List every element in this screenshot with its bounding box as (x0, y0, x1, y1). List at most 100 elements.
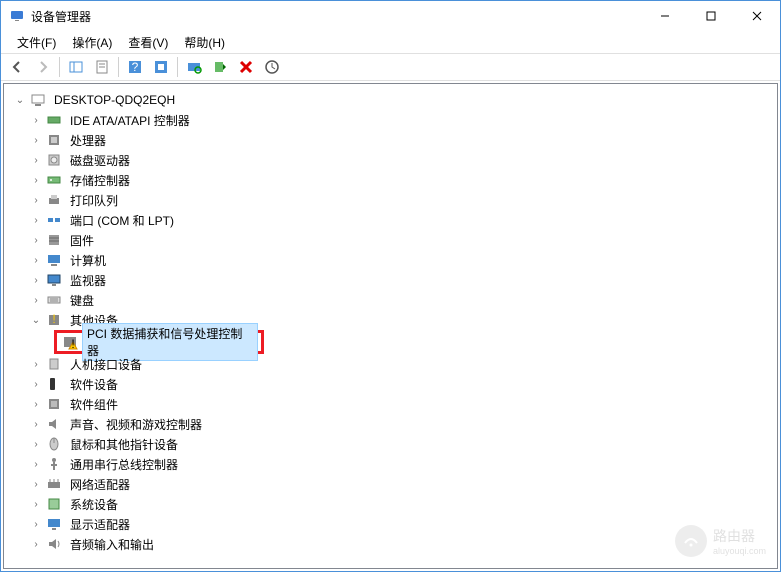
tree-category[interactable]: › 声音、视频和游戏控制器 (6, 414, 775, 434)
collapse-icon[interactable]: ⌄ (12, 92, 28, 108)
monitor-icon (46, 272, 62, 288)
tree-category[interactable]: › 显示适配器 (6, 514, 775, 534)
firmware-icon (46, 232, 62, 248)
audio-icon (46, 416, 62, 432)
category-label: 监视器 (66, 271, 110, 290)
root-label: DESKTOP-QDQ2EQH (50, 92, 179, 108)
expand-icon[interactable]: › (28, 292, 44, 308)
maximize-button[interactable] (688, 1, 734, 31)
expand-icon[interactable]: › (28, 536, 44, 552)
watermark: 路由器 aluyouqi.com (675, 525, 766, 557)
expand-icon[interactable]: › (28, 516, 44, 532)
action-button[interactable] (149, 56, 173, 78)
network-icon (46, 476, 62, 492)
controller-icon (46, 112, 62, 128)
expand-icon[interactable]: › (28, 212, 44, 228)
storage-icon (46, 172, 62, 188)
expand-icon[interactable]: › (28, 356, 44, 372)
forward-button[interactable] (31, 56, 55, 78)
tree-category[interactable]: › 人机接口设备 (6, 354, 775, 374)
tree-category[interactable]: › 处理器 (6, 130, 775, 150)
warning-device-icon: ! (62, 334, 78, 350)
expand-icon[interactable]: › (28, 476, 44, 492)
device-tree-panel: ⌄ DESKTOP-QDQ2EQH › IDE ATA/ATAPI 控制器 › … (3, 83, 778, 569)
category-label: 声音、视频和游戏控制器 (66, 415, 206, 434)
port-icon (46, 212, 62, 228)
swc-icon (46, 396, 62, 412)
expand-icon[interactable]: › (28, 232, 44, 248)
audioio-icon (46, 536, 62, 552)
watermark-sub: aluyouqi.com (713, 546, 766, 556)
device-tree[interactable]: ⌄ DESKTOP-QDQ2EQH › IDE ATA/ATAPI 控制器 › … (4, 86, 777, 558)
tree-item-highlighted: ! PCI 数据捕获和信号处理控制器 (6, 330, 775, 354)
category-label: 固件 (66, 231, 98, 250)
tree-category[interactable]: › 鼠标和其他指针设备 (6, 434, 775, 454)
menubar: 文件(F) 操作(A) 查看(V) 帮助(H) (1, 31, 780, 53)
hid-icon (46, 356, 62, 372)
category-label: 软件组件 (66, 395, 122, 414)
tree-category[interactable]: › 键盘 (6, 290, 775, 310)
category-label: 通用串行总线控制器 (66, 455, 182, 474)
category-label: 处理器 (66, 131, 110, 150)
tree-category[interactable]: › 通用串行总线控制器 (6, 454, 775, 474)
expand-icon[interactable]: › (28, 252, 44, 268)
expand-icon[interactable]: › (28, 172, 44, 188)
watermark-icon (675, 525, 707, 557)
tree-category[interactable]: › 网络适配器 (6, 474, 775, 494)
watermark-title: 路由器 (713, 526, 766, 546)
display-icon (46, 516, 62, 532)
expand-icon[interactable]: › (28, 376, 44, 392)
menu-action[interactable]: 操作(A) (64, 32, 120, 53)
uninstall-button[interactable] (234, 56, 258, 78)
close-button[interactable] (734, 1, 780, 31)
scan-hardware-button[interactable] (182, 56, 206, 78)
minimize-button[interactable] (642, 1, 688, 31)
expand-icon[interactable]: › (28, 152, 44, 168)
expand-icon[interactable]: › (28, 192, 44, 208)
properties-button[interactable] (90, 56, 114, 78)
computer-icon (30, 92, 46, 108)
tree-category[interactable]: › 软件组件 (6, 394, 775, 414)
tree-category[interactable]: › 打印队列 (6, 190, 775, 210)
tree-root[interactable]: ⌄ DESKTOP-QDQ2EQH (6, 90, 775, 110)
back-button[interactable] (5, 56, 29, 78)
tree-category[interactable]: › 监视器 (6, 270, 775, 290)
expand-icon[interactable]: › (28, 112, 44, 128)
update-driver-button[interactable] (208, 56, 232, 78)
expand-icon[interactable]: › (28, 456, 44, 472)
show-hide-tree-button[interactable] (64, 56, 88, 78)
expand-icon[interactable]: › (28, 416, 44, 432)
expand-icon[interactable]: › (28, 436, 44, 452)
svg-text:!: ! (52, 312, 55, 326)
menu-help[interactable]: 帮助(H) (176, 32, 233, 53)
printer-icon (46, 192, 62, 208)
mouse-icon (46, 436, 62, 452)
tree-category[interactable]: › 计算机 (6, 250, 775, 270)
disk-icon (46, 152, 62, 168)
tree-category[interactable]: › 软件设备 (6, 374, 775, 394)
tree-category[interactable]: › 固件 (6, 230, 775, 250)
menu-file[interactable]: 文件(F) (9, 32, 64, 53)
tree-category[interactable]: › 磁盘驱动器 (6, 150, 775, 170)
sw-icon (46, 376, 62, 392)
expand-icon[interactable]: › (28, 496, 44, 512)
help-button[interactable]: ? (123, 56, 147, 78)
toolbar: ? (1, 53, 780, 81)
tree-category[interactable]: › 系统设备 (6, 494, 775, 514)
cpu-icon (46, 132, 62, 148)
expand-icon[interactable]: › (28, 272, 44, 288)
category-label: 音频输入和输出 (66, 535, 158, 554)
category-label: 计算机 (66, 251, 110, 270)
category-label: 键盘 (66, 291, 98, 310)
system-icon (46, 496, 62, 512)
collapse-icon[interactable]: ⌄ (28, 312, 44, 328)
menu-view[interactable]: 查看(V) (120, 32, 176, 53)
expand-icon[interactable]: › (28, 132, 44, 148)
tree-category[interactable]: › 音频输入和输出 (6, 534, 775, 554)
expand-icon[interactable]: › (28, 396, 44, 412)
tree-category[interactable]: › 端口 (COM 和 LPT) (6, 210, 775, 230)
tree-category[interactable]: › IDE ATA/ATAPI 控制器 (6, 110, 775, 130)
disable-button[interactable] (260, 56, 284, 78)
tree-category[interactable]: › 存储控制器 (6, 170, 775, 190)
category-label: 人机接口设备 (66, 355, 146, 374)
